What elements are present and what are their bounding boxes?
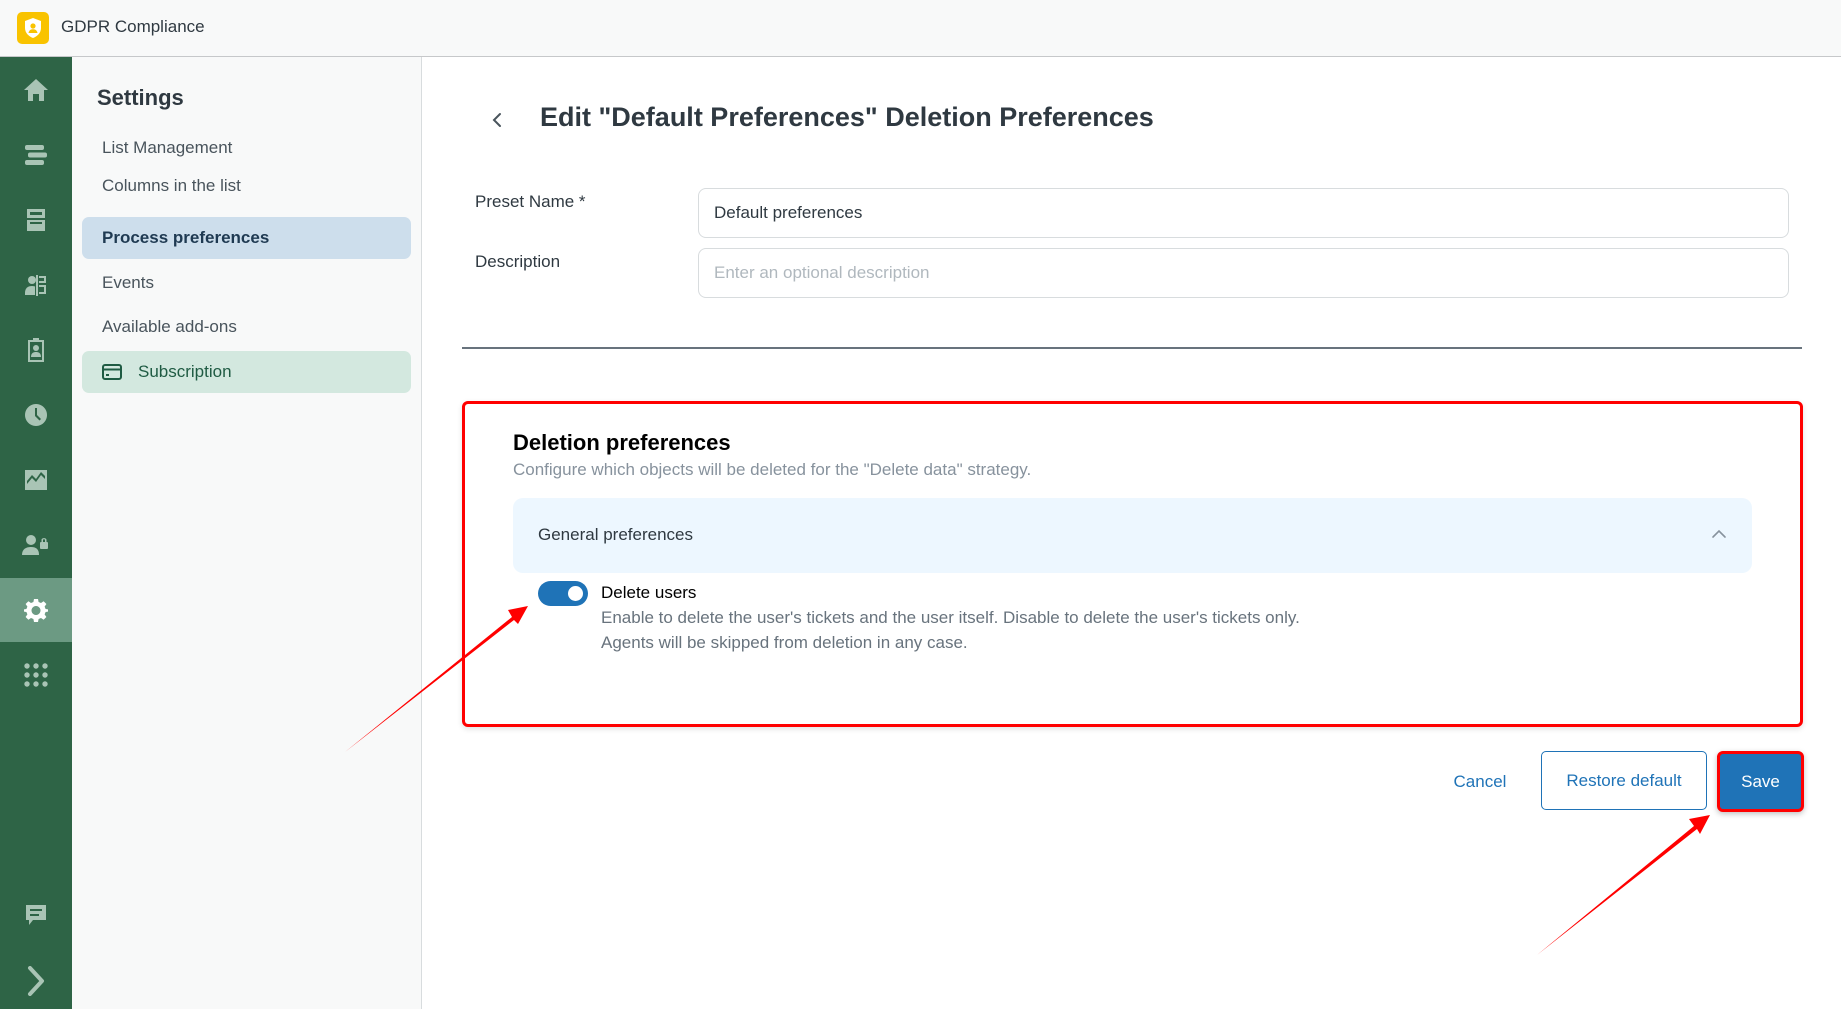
chevron-right-icon [28,966,44,996]
page-title: Edit "Default Preferences" Deletion Pref… [540,102,1154,132]
rail-item-feedback[interactable] [0,883,72,947]
preset-name-input[interactable] [698,188,1789,238]
inbox-icon [27,209,45,231]
rail-item-settings[interactable] [0,578,72,642]
settings-item-columns[interactable]: Columns in the list [82,165,411,207]
settings-item-subscription[interactable]: Subscription [82,351,411,393]
chevron-left-icon [492,113,501,127]
delete-users-label: Delete users [601,583,697,602]
settings-item-label: Events [102,273,154,292]
user-lock-icon [22,535,48,555]
settings-item-process-preferences[interactable]: Process preferences [82,217,411,259]
list-icon [25,145,47,165]
settings-item-events[interactable]: Events [82,262,411,304]
preset-name-label: Preset Name * [475,192,586,211]
rail-item-lists[interactable] [0,123,72,187]
save-button[interactable]: Save [1717,751,1804,812]
settings-panel: Settings List Management Columns in the … [72,57,422,1009]
chat-icon [26,905,46,925]
app-rail [0,57,72,1009]
settings-item-label: List Management [102,138,233,157]
general-preferences-accordion[interactable]: General preferences [513,498,1752,573]
app-title: GDPR Compliance [61,17,205,36]
deletion-preferences-title: Deletion preferences [513,430,731,455]
rail-item-user-permissions[interactable] [0,513,72,577]
app-logo [17,12,49,44]
chevron-up-icon [1711,526,1727,544]
clipboard-user-icon [28,338,44,362]
clock-icon [25,404,48,426]
shield-user-icon [25,18,41,38]
accordion-label: General preferences [538,525,693,544]
section-divider [462,347,1802,349]
rail-item-clipboard[interactable] [0,318,72,382]
chart-icon [25,470,47,490]
delete-users-hint-1: Enable to delete the user's tickets and … [601,608,1300,627]
settings-item-list-management[interactable]: List Management [82,127,411,169]
deletion-preferences-subtitle: Configure which objects will be deleted … [513,460,1032,479]
rail-item-inbox[interactable] [0,188,72,252]
description-input[interactable] [698,248,1789,298]
rail-item-contacts[interactable] [0,253,72,317]
settings-item-label: Available add-ons [102,317,237,336]
settings-item-add-ons[interactable]: Available add-ons [82,306,411,348]
grid-icon [24,663,48,687]
annotation-arrow-save [1537,815,1710,955]
settings-item-label: Process preferences [102,228,270,247]
cancel-button[interactable]: Cancel [1440,752,1520,812]
rail-item-expand[interactable] [0,949,72,1009]
contact-card-icon [25,275,46,296]
gear-icon [24,599,48,622]
delete-users-toggle[interactable] [538,581,588,606]
toggle-knob [568,586,583,601]
credit-card-icon [102,364,122,380]
description-label: Description [475,252,561,271]
deletion-preferences-card: Deletion preferences Configure which obj… [462,401,1803,727]
delete-users-hint-2: Agents will be skipped from deletion in … [601,633,968,652]
settings-item-label: Columns in the list [102,176,241,195]
settings-item-label: Subscription [138,362,232,381]
settings-title: Settings [97,85,184,110]
back-button[interactable] [485,105,509,135]
top-bar: GDPR Compliance [0,0,1841,57]
home-icon [24,79,48,101]
rail-item-reports[interactable] [0,448,72,512]
rail-item-history[interactable] [0,383,72,447]
rail-item-apps[interactable] [0,643,72,707]
rail-item-home[interactable] [0,58,72,122]
restore-default-button[interactable]: Restore default [1541,751,1707,810]
